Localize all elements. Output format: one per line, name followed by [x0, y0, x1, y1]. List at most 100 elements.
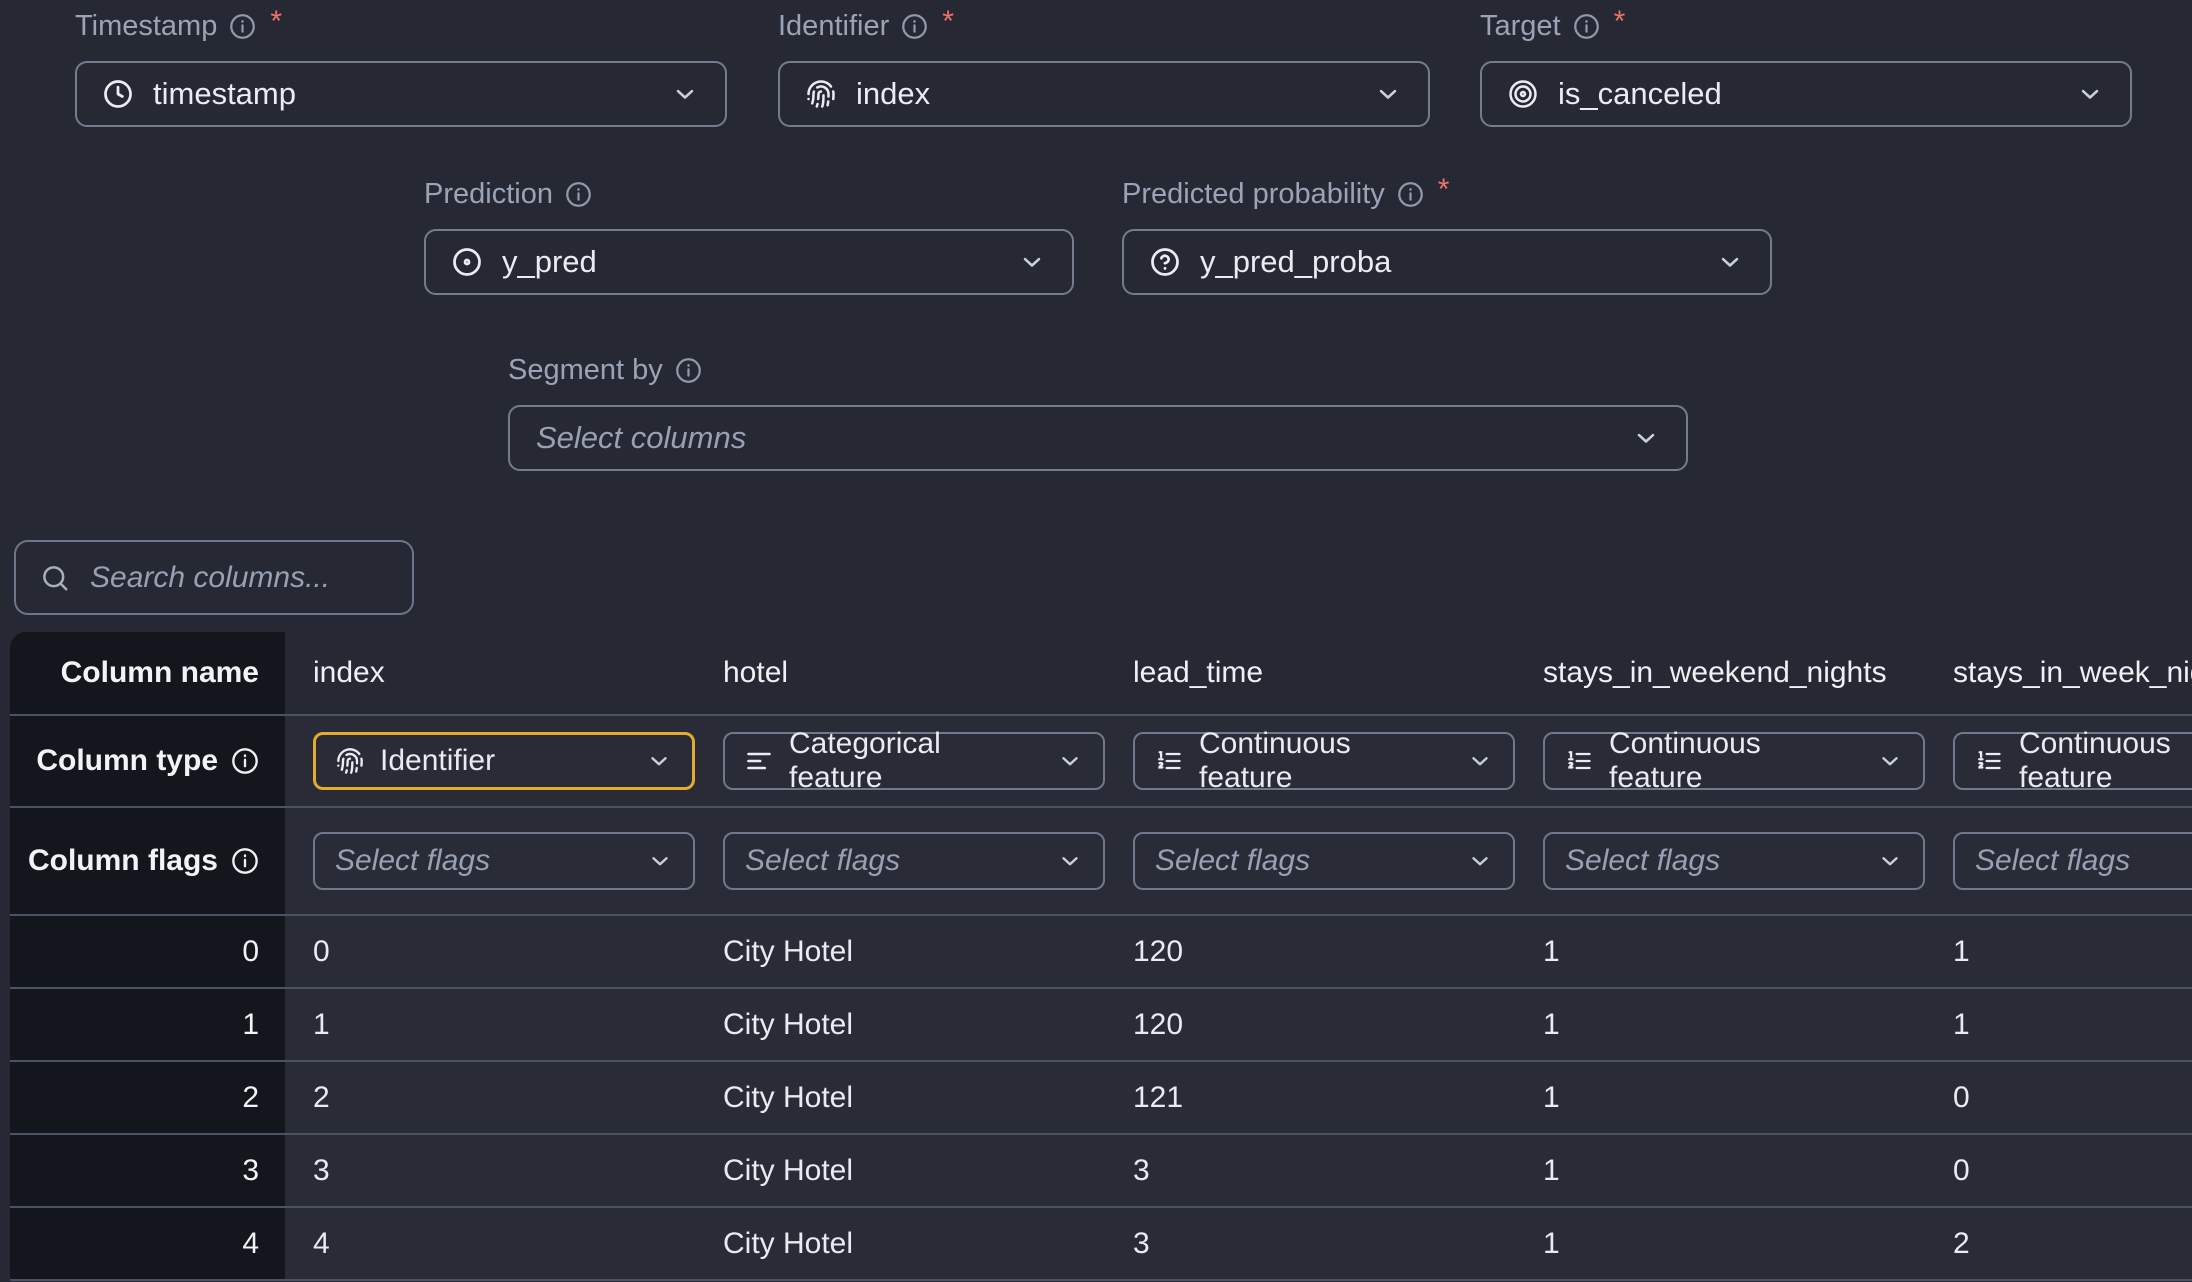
column-type-header-cell: Column type	[10, 716, 285, 806]
prediction-select[interactable]: y_pred	[424, 229, 1074, 295]
field-label-text: Predicted probability	[1122, 178, 1385, 211]
info-icon[interactable]	[675, 357, 702, 384]
field-timestamp: Timestamp * timestamp	[75, 8, 727, 127]
info-icon[interactable]	[231, 847, 259, 875]
cell: 121	[1105, 1062, 1515, 1133]
chevron-down-icon	[1716, 248, 1744, 276]
categorical-feature-icon	[745, 747, 773, 775]
target-icon	[1508, 79, 1538, 109]
row-header: 0	[10, 916, 285, 987]
field-label-text: Prediction	[424, 178, 553, 211]
field-timestamp-label: Timestamp *	[75, 8, 727, 44]
cell: City Hotel	[695, 989, 1105, 1060]
column-flags-select-index[interactable]: Select flags	[313, 832, 695, 890]
info-icon[interactable]	[1397, 181, 1424, 208]
field-segment-by: Segment by Select columns	[508, 352, 1688, 471]
column-header-stays-weekend: stays_in_weekend_nights	[1515, 632, 1925, 714]
cell: 1	[1925, 989, 2192, 1060]
chevron-down-icon	[647, 848, 673, 874]
field-predicted-probability: Predicted probability * y_pred_proba	[1122, 176, 1772, 295]
table-row: 4 4 City Hotel 3 1 2	[10, 1208, 2192, 1281]
continuous-feature-icon	[1155, 747, 1183, 775]
info-icon[interactable]	[565, 181, 592, 208]
info-icon[interactable]	[229, 13, 256, 40]
corner-header-cell: Column name	[10, 632, 285, 714]
cell: 1	[1515, 1135, 1925, 1206]
column-header-index: index	[285, 632, 695, 714]
table-row: 0 0 City Hotel 120 1 1	[10, 916, 2192, 989]
search-icon	[40, 563, 70, 593]
search-input[interactable]	[90, 561, 388, 595]
predicted-probability-select[interactable]: y_pred_proba	[1122, 229, 1772, 295]
chevron-down-icon	[1018, 248, 1046, 276]
circle-dot-icon	[452, 247, 482, 277]
cell: 2	[1925, 1208, 2192, 1279]
info-icon[interactable]	[231, 747, 259, 775]
field-target-label: Target *	[1480, 8, 2132, 44]
target-select[interactable]: is_canceled	[1480, 61, 2132, 127]
cell: 4	[285, 1208, 695, 1279]
column-flags-select-stays-weekend[interactable]: Select flags	[1543, 832, 1925, 890]
select-value: timestamp	[153, 76, 296, 112]
row-header: 4	[10, 1208, 285, 1279]
cell: 1	[1515, 1062, 1925, 1133]
chevron-down-icon	[1467, 748, 1493, 774]
cell: 1	[1515, 989, 1925, 1060]
fingerprint-icon	[336, 747, 364, 775]
select-value: index	[856, 76, 930, 112]
column-type-select-hotel[interactable]: Categorical feature	[723, 732, 1105, 790]
row-header: 3	[10, 1135, 285, 1206]
chevron-down-icon	[1467, 848, 1493, 874]
columns-table: Column name index hotel lead_time stays_…	[10, 632, 2192, 1282]
required-asterisk: *	[270, 5, 282, 39]
cell: 120	[1105, 916, 1515, 987]
continuous-feature-icon	[1565, 747, 1593, 775]
field-label-text: Identifier	[778, 10, 889, 43]
field-prediction-label: Prediction	[424, 176, 1074, 212]
segment-by-select[interactable]: Select columns	[508, 405, 1688, 471]
continuous-feature-icon	[1975, 747, 2003, 775]
field-label-text: Timestamp	[75, 10, 217, 43]
field-identifier: Identifier * index	[778, 8, 1430, 127]
timestamp-select[interactable]: timestamp	[75, 61, 727, 127]
chevron-down-icon	[671, 80, 699, 108]
search-columns-box	[14, 540, 414, 615]
cell: 3	[1105, 1208, 1515, 1279]
required-asterisk: *	[942, 5, 954, 39]
select-value: y_pred	[502, 244, 597, 280]
field-prediction: Prediction y_pred	[424, 176, 1074, 295]
cell: 0	[1925, 1135, 2192, 1206]
chevron-down-icon	[1057, 848, 1083, 874]
cell: 1	[285, 989, 695, 1060]
clock-icon	[103, 79, 133, 109]
field-predicted-probability-label: Predicted probability *	[1122, 176, 1772, 212]
cell: 3	[1105, 1135, 1515, 1206]
row-header: 2	[10, 1062, 285, 1133]
cell: City Hotel	[695, 1208, 1105, 1279]
cell: City Hotel	[695, 1135, 1105, 1206]
column-type-select-index[interactable]: Identifier	[313, 732, 695, 790]
identifier-select[interactable]: index	[778, 61, 1430, 127]
column-flags-select-hotel[interactable]: Select flags	[723, 832, 1105, 890]
column-type-select-stays-weekend[interactable]: Continuous feature	[1543, 732, 1925, 790]
column-type-label: Column type	[36, 744, 218, 778]
column-flags-select-lead-time[interactable]: Select flags	[1133, 832, 1515, 890]
column-type-select-lead-time[interactable]: Continuous feature	[1133, 732, 1515, 790]
field-label-text: Target	[1480, 10, 1561, 43]
cell: 120	[1105, 989, 1515, 1060]
info-icon[interactable]	[901, 13, 928, 40]
column-header-lead-time: lead_time	[1105, 632, 1515, 714]
column-flags-row: Column flags Select flags Select flags S…	[10, 808, 2192, 916]
corner-header-label: Column name	[61, 656, 259, 690]
column-type-select-stays-week[interactable]: Continuous feature	[1953, 732, 2192, 790]
table-row: 2 2 City Hotel 121 1 0	[10, 1062, 2192, 1135]
required-asterisk: *	[1438, 173, 1450, 207]
dataset-config-page: Timestamp * timestamp Identifier * index…	[0, 0, 2192, 1282]
table-row: 1 1 City Hotel 120 1 1	[10, 989, 2192, 1062]
column-flags-select-stays-week[interactable]: Select flags	[1953, 832, 2192, 890]
cell: 3	[285, 1135, 695, 1206]
column-header-hotel: hotel	[695, 632, 1105, 714]
info-icon[interactable]	[1573, 13, 1600, 40]
column-header-stays-week: stays_in_week_nights	[1925, 632, 2192, 714]
required-asterisk: *	[1614, 5, 1626, 39]
